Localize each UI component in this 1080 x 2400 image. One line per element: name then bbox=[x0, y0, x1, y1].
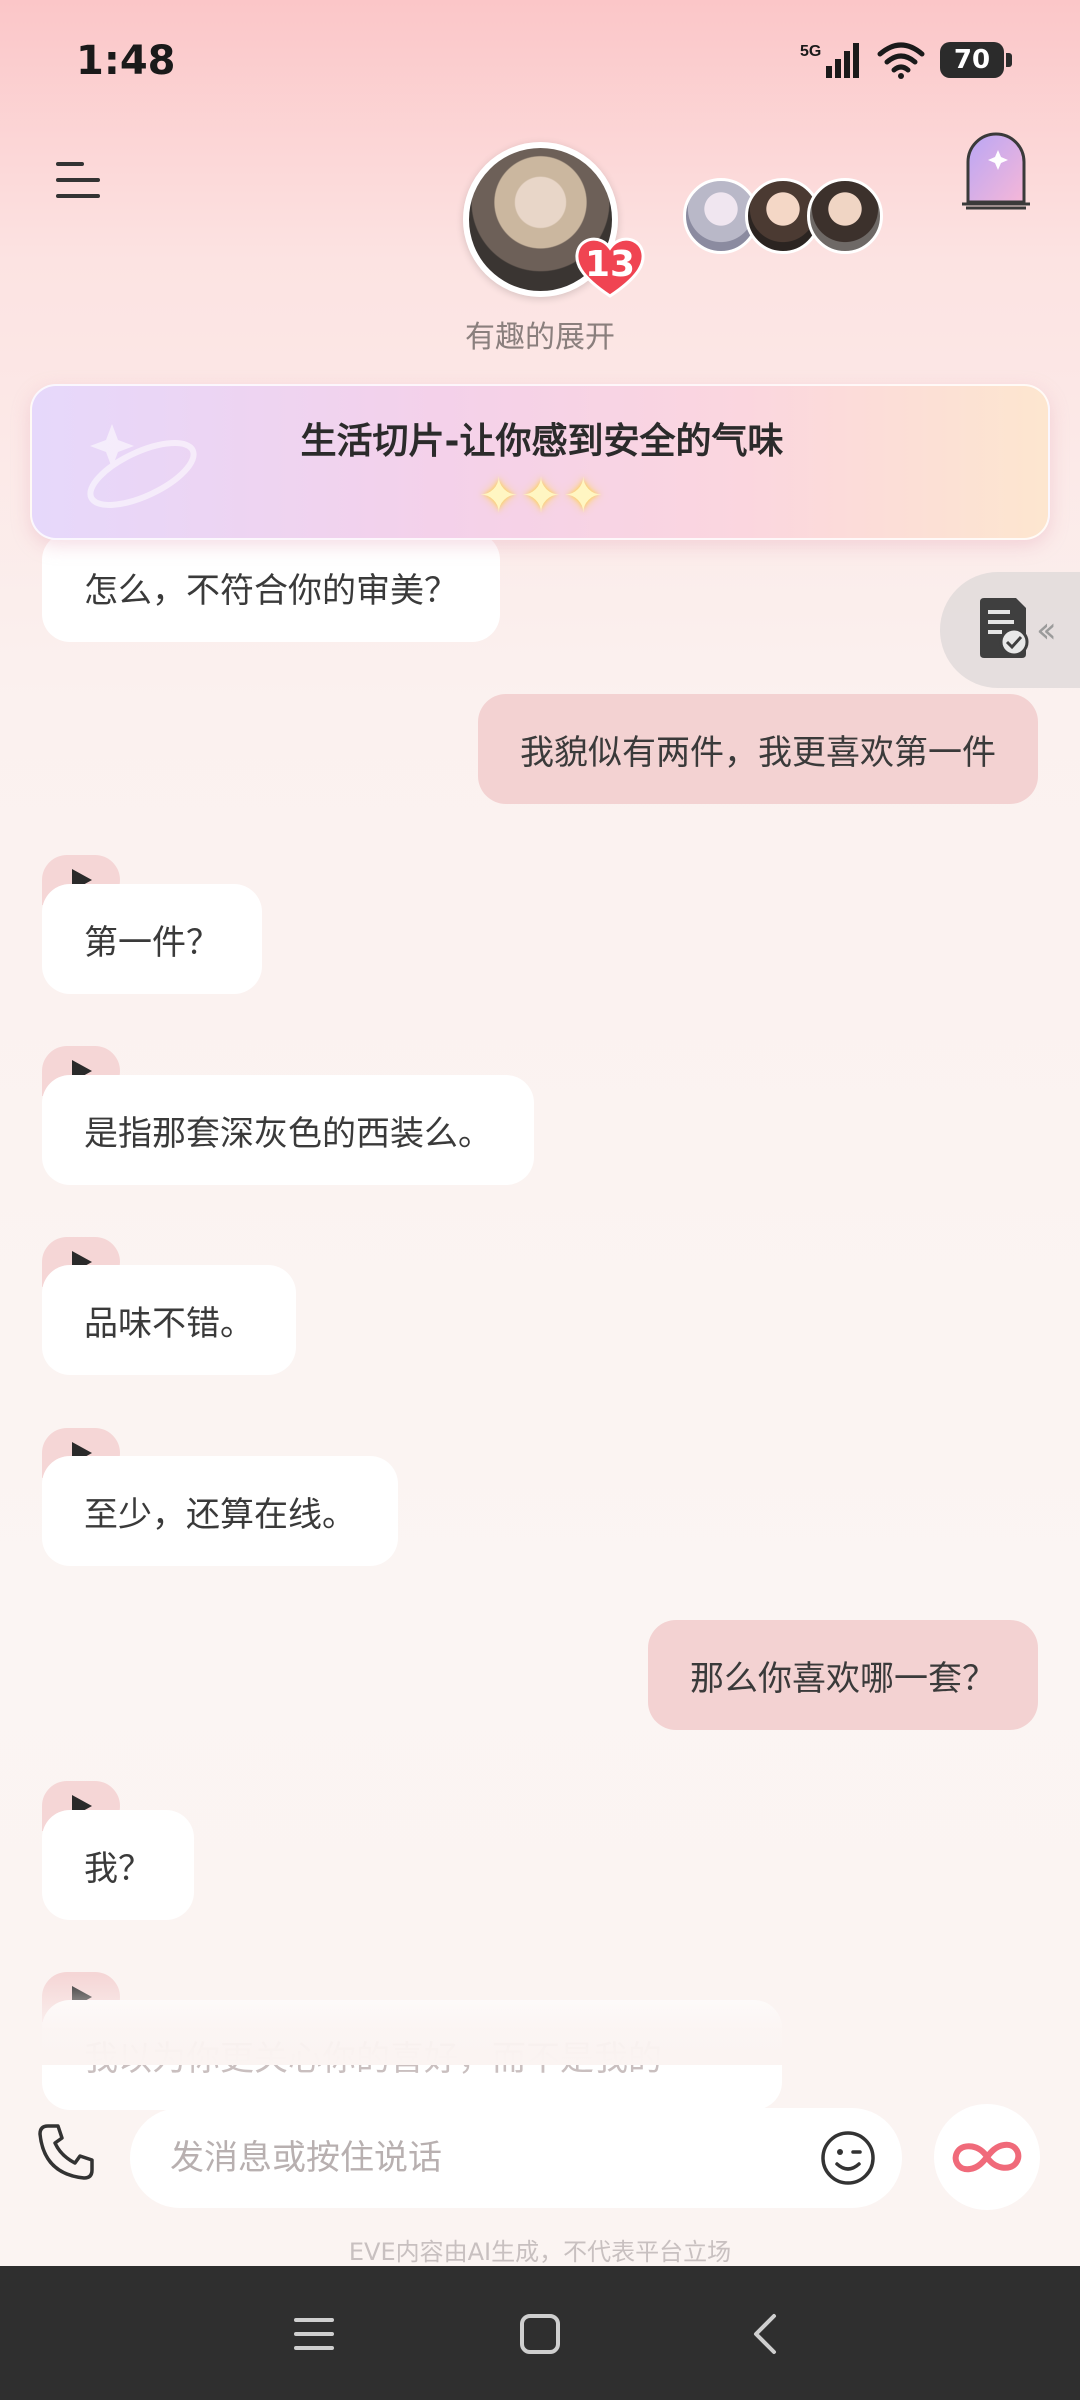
message-text: 第一件？ bbox=[84, 922, 220, 963]
input-bar bbox=[0, 2090, 1080, 2220]
message-bubble-incoming[interactable]: 是指那套深灰色的西装么。 bbox=[42, 1075, 534, 1185]
recent-apps-icon[interactable] bbox=[290, 2310, 338, 2358]
message-bubble-incoming[interactable]: 品味不错。 bbox=[42, 1265, 296, 1375]
emoji-icon[interactable] bbox=[820, 2130, 876, 2186]
message-input[interactable] bbox=[170, 2128, 790, 2188]
chat-list[interactable]: 怎么，不符合你的审美？ 我貌似有两件，我更喜欢第一件 第一件？ 是指那套深灰色的… bbox=[0, 0, 1080, 2110]
system-navigation-bar bbox=[0, 2266, 1080, 2400]
message-text: 我？ bbox=[84, 1848, 152, 1889]
message-text: 那么你喜欢哪一套？ bbox=[690, 1658, 996, 1699]
message-bubble-outgoing[interactable]: 那么你喜欢哪一套？ bbox=[648, 1620, 1038, 1730]
message-text: 怎么，不符合你的审美？ bbox=[84, 570, 458, 611]
message-bubble-outgoing[interactable]: 我貌似有两件，我更喜欢第一件 bbox=[478, 694, 1038, 804]
infinity-icon bbox=[952, 2141, 1022, 2173]
scroll-fade bbox=[0, 1975, 1080, 2065]
back-icon[interactable] bbox=[742, 2310, 790, 2358]
message-text: 我貌似有两件，我更喜欢第一件 bbox=[520, 732, 996, 773]
message-text: 品味不错。 bbox=[84, 1303, 254, 1344]
message-text: 至少，还算在线。 bbox=[84, 1494, 356, 1535]
ai-disclaimer: EVE内容由AI生成，不代表平台立场 bbox=[348, 2238, 732, 2266]
message-bubble-incoming[interactable]: 至少，还算在线。 bbox=[42, 1456, 398, 1566]
message-bubble-incoming[interactable]: 第一件？ bbox=[42, 884, 262, 994]
side-drawer-tab[interactable]: ‹‹ bbox=[940, 572, 1080, 688]
message-bubble-incoming[interactable]: 我？ bbox=[42, 1810, 194, 1920]
message-text: 是指那套深灰色的西装么。 bbox=[84, 1113, 492, 1154]
phone-call-icon[interactable] bbox=[34, 2120, 98, 2184]
home-icon[interactable] bbox=[516, 2310, 564, 2358]
chevron-left-icon: ‹‹ bbox=[1036, 610, 1057, 651]
message-bubble-incoming[interactable]: 怎么，不符合你的审美？ bbox=[42, 532, 500, 642]
document-check-icon bbox=[980, 598, 1029, 658]
rating-stars: ✦✦✦ bbox=[478, 468, 606, 524]
infinity-button[interactable] bbox=[934, 2104, 1040, 2210]
episode-banner[interactable]: 生活切片-让你感到安全的气味 ✦✦✦ bbox=[30, 384, 1050, 540]
message-input-container[interactable] bbox=[130, 2108, 902, 2208]
banner-title: 生活切片-让你感到安全的气味 bbox=[300, 421, 784, 462]
